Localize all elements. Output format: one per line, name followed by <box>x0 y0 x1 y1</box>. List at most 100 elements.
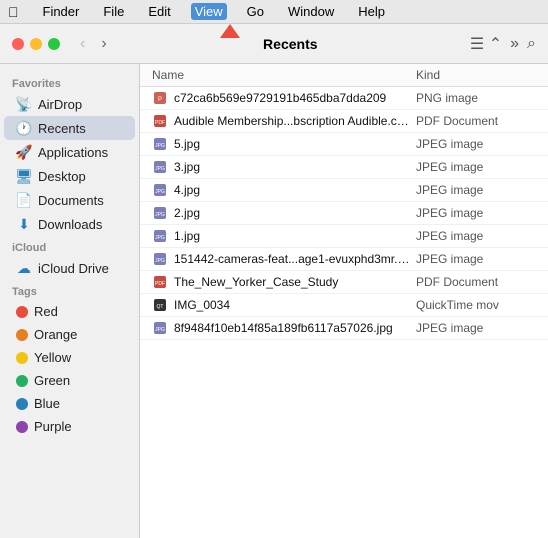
back-button[interactable]: ‹ <box>76 33 89 55</box>
icloud-drive-icon: ☁ <box>16 260 32 276</box>
menu-bar:  Finder File Edit View Go Window Help <box>0 0 548 24</box>
tag-purple-dot <box>16 421 28 433</box>
file-icon: JPG <box>152 136 168 152</box>
menu-file[interactable]: File <box>99 3 128 20</box>
table-row[interactable]: QTIMG_0034QuickTime mov <box>140 294 548 317</box>
file-icon: JPG <box>152 228 168 244</box>
file-name: 1.jpg <box>174 229 410 243</box>
file-kind: PNG image <box>416 91 536 105</box>
sidebar-item-recents[interactable]: 🕐 Recents <box>4 116 135 140</box>
sidebar-item-tag-orange[interactable]: Orange <box>4 323 135 346</box>
table-row[interactable]: JPG5.jpgJPEG image <box>140 133 548 156</box>
table-row[interactable]: JPG8f9484f10eb14f85a189fb6117a57026.jpgJ… <box>140 317 548 340</box>
sidebar-label-recents: Recents <box>38 121 86 136</box>
sidebar-label-blue: Blue <box>34 396 60 411</box>
file-kind: JPEG image <box>416 183 536 197</box>
file-name: IMG_0034 <box>174 298 410 312</box>
file-list: Pc72ca6b569e9729191b465dba7dda209 PNG ima… <box>140 87 548 538</box>
sidebar-item-tag-red[interactable]: Red <box>4 300 135 323</box>
table-row[interactable]: JPG2.jpgJPEG image <box>140 202 548 225</box>
recents-icon: 🕐 <box>16 120 32 136</box>
file-icon: JPG <box>152 320 168 336</box>
svg-text:JPG: JPG <box>155 189 165 195</box>
file-kind: JPEG image <box>416 252 536 266</box>
sidebar-item-desktop[interactable]: 🖥 Desktop <box>4 164 135 188</box>
table-row[interactable]: JPG 151442-cameras-feat...age1-evuxphd3mr… <box>140 248 548 271</box>
file-kind: JPEG image <box>416 321 536 335</box>
svg-text:P: P <box>158 97 162 103</box>
expand-icon[interactable]: » <box>510 35 519 53</box>
table-row[interactable]: JPG3.jpgJPEG image <box>140 156 548 179</box>
arrow-indicator-icon <box>220 24 240 38</box>
table-row[interactable]: JPG 4.jpg JPEG image <box>140 179 548 202</box>
airdrop-icon: 📡 <box>16 96 32 112</box>
svg-text:PDF: PDF <box>155 281 165 287</box>
favorites-label: Favorites <box>0 72 139 92</box>
svg-text:JPG: JPG <box>155 212 165 218</box>
file-name: 5.jpg <box>174 137 410 151</box>
apple-logo-icon:  <box>8 4 19 20</box>
minimize-button[interactable] <box>30 38 42 50</box>
menu-go[interactable]: Go <box>243 3 268 20</box>
menu-finder[interactable]: Finder <box>39 3 84 20</box>
sidebar-item-applications[interactable]: 🚀 Applications <box>4 140 135 164</box>
sidebar-label-icloud-drive: iCloud Drive <box>38 261 109 276</box>
toolbar-right: ☰ ⌃ » ⌕ <box>470 34 536 54</box>
sidebar-item-documents[interactable]: 📄 Documents <box>4 188 135 212</box>
file-icon: JPG <box>152 205 168 221</box>
file-name: Audible Membership...bscription Audible.… <box>174 114 410 128</box>
col-kind-header: Kind <box>416 68 536 82</box>
file-name: c72ca6b569e9729191b465dba7dda209 <box>174 91 410 105</box>
file-kind: JPEG image <box>416 206 536 220</box>
desktop-icon: 🖥 <box>16 168 32 184</box>
close-button[interactable] <box>12 38 24 50</box>
tag-blue-dot <box>16 398 28 410</box>
svg-text:JPG: JPG <box>155 258 165 264</box>
table-row[interactable]: PDFAudible Membership...bscription Audib… <box>140 110 548 133</box>
fullscreen-button[interactable] <box>48 38 60 50</box>
file-icon: P <box>152 90 168 106</box>
menu-help[interactable]: Help <box>354 3 389 20</box>
traffic-lights <box>12 38 60 50</box>
sidebar-label-orange: Orange <box>34 327 77 342</box>
forward-button[interactable]: › <box>97 33 110 55</box>
svg-text:JPG: JPG <box>155 143 165 149</box>
file-kind: PDF Document <box>416 275 536 289</box>
tag-green-dot <box>16 375 28 387</box>
finder-window: ‹ › Recents ☰ ⌃ » ⌕ Favorites 📡 AirDrop … <box>0 24 548 538</box>
file-name: The_New_Yorker_Case_Study <box>174 275 410 289</box>
menu-view[interactable]: View <box>191 3 227 20</box>
table-row[interactable]: PDF The_New_Yorker_Case_Study PDF Document <box>140 271 548 294</box>
menu-edit[interactable]: Edit <box>144 3 174 20</box>
search-icon[interactable]: ⌕ <box>527 35 536 53</box>
sidebar-item-tag-blue[interactable]: Blue <box>4 392 135 415</box>
file-name: 151442-cameras-feat...age1-evuxphd3mr.jp… <box>174 252 410 266</box>
file-kind: JPEG image <box>416 160 536 174</box>
file-name: 4.jpg <box>174 183 410 197</box>
downloads-icon: ⬇ <box>16 216 32 232</box>
tags-label: Tags <box>0 280 139 300</box>
window-title: Recents <box>119 36 462 52</box>
table-row[interactable]: Pc72ca6b569e9729191b465dba7dda209 PNG ima… <box>140 87 548 110</box>
sidebar-item-tag-green[interactable]: Green <box>4 369 135 392</box>
file-icon: QT <box>152 297 168 313</box>
svg-text:JPG: JPG <box>155 166 165 172</box>
sidebar-item-tag-purple[interactable]: Purple <box>4 415 135 438</box>
table-row[interactable]: JPG 1.jpg JPEG image <box>140 225 548 248</box>
sidebar-label-purple: Purple <box>34 419 72 434</box>
column-headers: Name Kind <box>140 64 548 87</box>
menu-window[interactable]: Window <box>284 3 338 20</box>
sidebar-label-green: Green <box>34 373 70 388</box>
file-kind: JPEG image <box>416 229 536 243</box>
file-kind: PDF Document <box>416 114 536 128</box>
file-area: Name Kind Pc72ca6b569e9729191b465dba7dda… <box>140 64 548 538</box>
view-options-icon[interactable]: ☰ ⌃ <box>470 34 502 54</box>
sidebar-item-airdrop[interactable]: 📡 AirDrop <box>4 92 135 116</box>
col-name-header: Name <box>152 68 416 82</box>
sidebar-item-icloud-drive[interactable]: ☁ iCloud Drive <box>4 256 135 280</box>
sidebar-label-documents: Documents <box>38 193 104 208</box>
sidebar-label-airdrop: AirDrop <box>38 97 82 112</box>
sidebar-item-tag-yellow[interactable]: Yellow <box>4 346 135 369</box>
sidebar-item-downloads[interactable]: ⬇ Downloads <box>4 212 135 236</box>
icloud-label: iCloud <box>0 236 139 256</box>
